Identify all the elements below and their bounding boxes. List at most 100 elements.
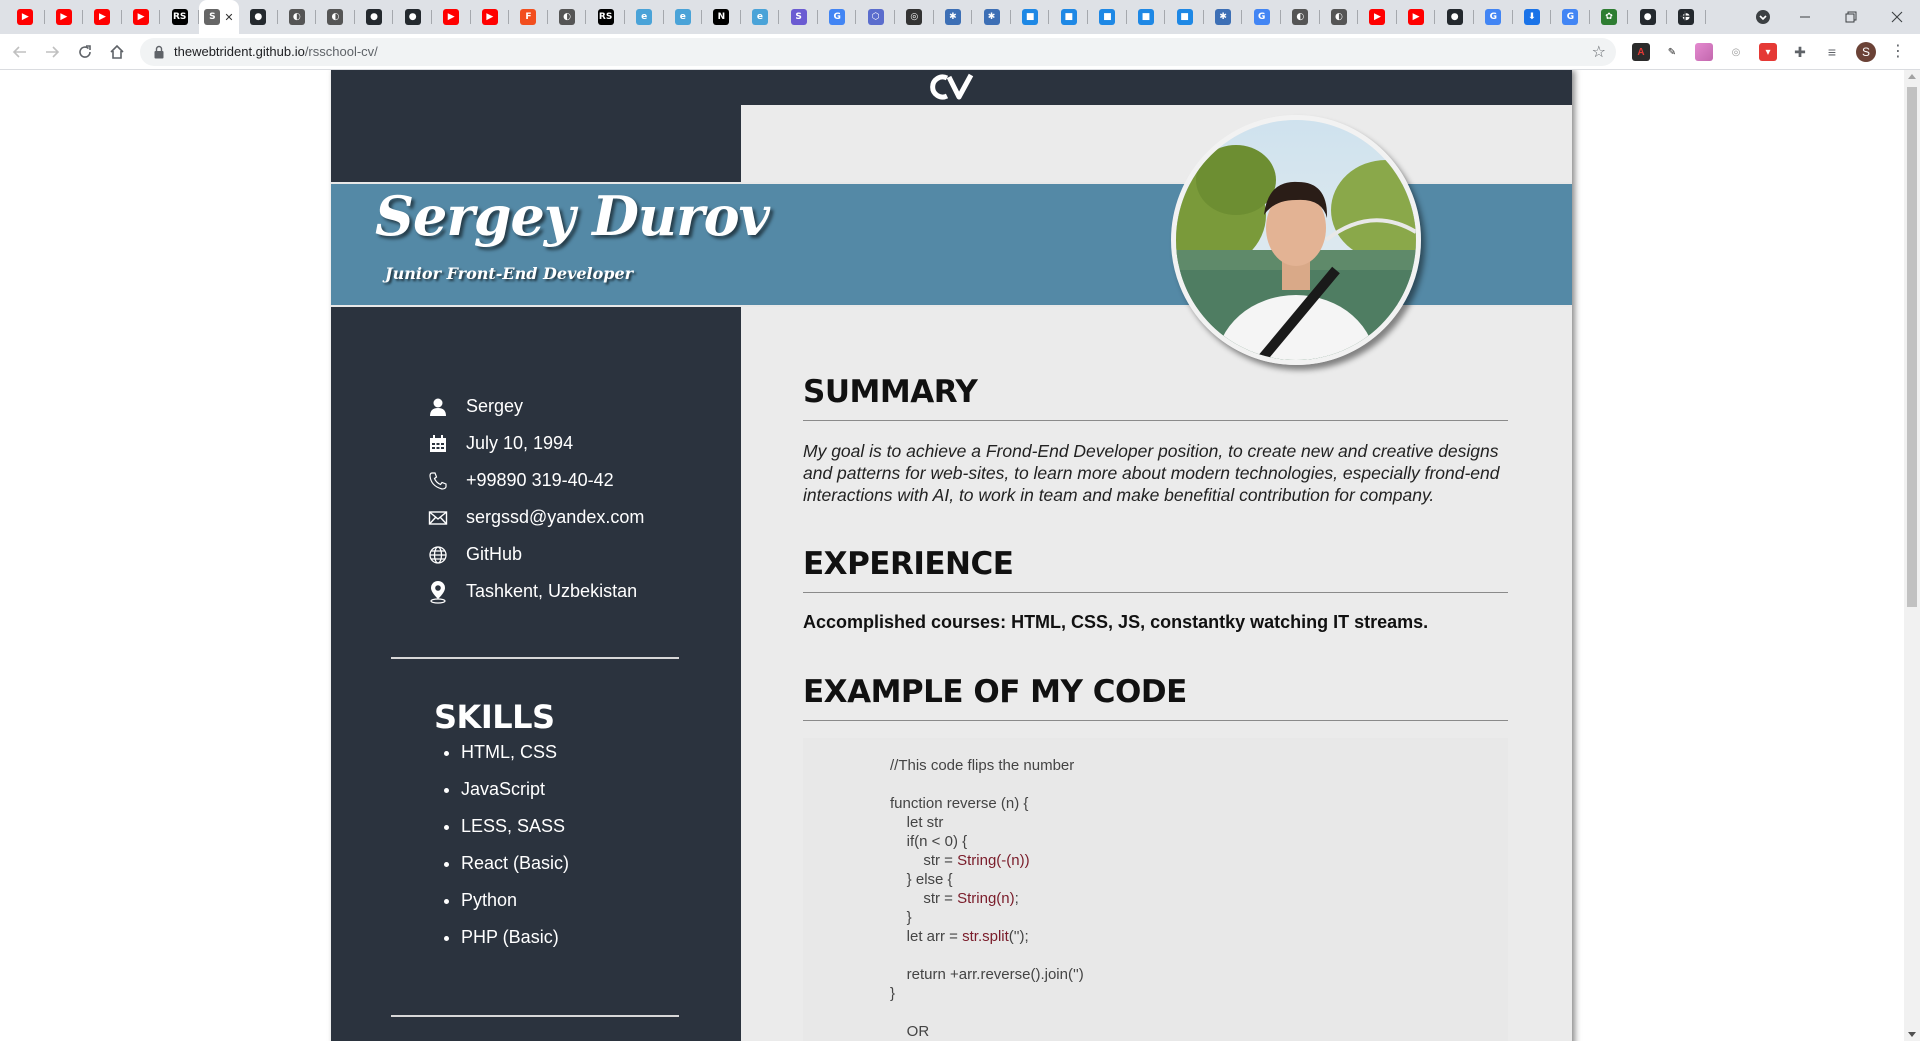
browser-tab[interactable]: G xyxy=(818,0,857,34)
cv-logo xyxy=(927,72,975,107)
contact-item: +99890 319-40-42 xyxy=(426,462,644,499)
browser-tab[interactable]: ▶ xyxy=(1397,0,1436,34)
browser-tab[interactable]: ◐ xyxy=(1320,0,1359,34)
browser-tab[interactable]: ■ xyxy=(1049,0,1089,34)
bookmark-star-icon[interactable]: ☆ xyxy=(1592,42,1606,62)
contact-item[interactable]: GitHub xyxy=(426,536,644,573)
tab-search-button[interactable] xyxy=(1740,0,1786,34)
extension-gradient-icon[interactable] xyxy=(1695,43,1713,61)
reading-list-icon[interactable]: ≡ xyxy=(1823,43,1841,61)
cv-job-title: Junior Front-End Developer xyxy=(385,264,634,283)
profile-avatar[interactable]: S xyxy=(1856,42,1876,62)
browser-tab[interactable]: N xyxy=(702,0,741,34)
browser-tab[interactable]: ⬇ xyxy=(1513,0,1552,34)
browser-tab[interactable]: ▶ xyxy=(6,0,45,34)
browser-tab[interactable]: ✱ xyxy=(972,0,1011,34)
github-icon: ● xyxy=(1639,9,1656,25)
left-divider-bottom xyxy=(391,1015,679,1017)
browser-tab[interactable]: ▶ xyxy=(83,0,122,34)
multicolor-icon: ■ xyxy=(1022,9,1039,25)
scrollbar-thumb[interactable] xyxy=(1907,87,1917,607)
close-tab-icon[interactable]: ✕ xyxy=(224,11,233,24)
browser-tab[interactable]: e xyxy=(625,0,664,34)
browser-tab[interactable]: RS xyxy=(160,0,199,34)
page-viewport: Sergey Durov Junior Front-End Developer xyxy=(0,70,1904,1041)
browser-tab[interactable]: ● xyxy=(355,0,394,34)
close-window-button[interactable] xyxy=(1874,0,1920,34)
figma-icon: F xyxy=(520,9,537,25)
extension-circle-icon[interactable]: ◎ xyxy=(1727,43,1745,61)
browser-tab[interactable]: ◐ xyxy=(278,0,317,34)
browser-tab[interactable]: ✿ xyxy=(1590,0,1629,34)
tab-separator xyxy=(1704,10,1706,24)
browser-tab[interactable]: ◎ xyxy=(895,0,934,34)
back-button[interactable] xyxy=(6,34,34,70)
scroll-down-arrow-icon[interactable] xyxy=(1908,1032,1916,1037)
react-icon: ✱ xyxy=(1215,9,1232,25)
browser-tab[interactable]: ▶ xyxy=(471,0,510,34)
extensions-puzzle-icon[interactable]: ✚ xyxy=(1791,43,1809,61)
edge-icon: e xyxy=(636,9,653,25)
browser-tab[interactable]: ■ xyxy=(1165,0,1204,34)
code-line: //This code flips the number xyxy=(890,757,1075,774)
extension-feather-icon[interactable]: ✎ xyxy=(1663,43,1681,61)
code-line: return +arr.reverse().join('') xyxy=(890,966,1084,983)
minimize-button[interactable] xyxy=(1782,0,1828,34)
browser-tab[interactable]: G xyxy=(1474,0,1513,34)
browser-tab[interactable]: ■ xyxy=(1088,0,1127,34)
profile-photo-image xyxy=(1176,120,1416,360)
reload-button[interactable] xyxy=(71,34,99,70)
generic-site-icon: ◐ xyxy=(288,9,305,25)
calendar-icon xyxy=(426,432,450,456)
browser-tab[interactable]: e xyxy=(741,0,780,34)
tab-strip: ▶ ▶ ▶ ▶ RS S ✕ ● ◐ ◐ ● ● ▶ ▶ F ◐ RS e e Ne S G ⬡ ◎ ✱ ✱ ■ ■ ■ ■ ■ ✱ G ◐ ◐ ▶ ▶… xyxy=(6,0,1706,34)
browser-tab[interactable]: S xyxy=(779,0,818,34)
new-tab-button[interactable]: + xyxy=(1670,0,1700,34)
browser-tab[interactable]: ✱ xyxy=(1204,0,1243,34)
browser-tab[interactable]: G xyxy=(1551,0,1590,34)
browser-tab[interactable]: ■ xyxy=(1127,0,1166,34)
browser-tab[interactable]: ● xyxy=(393,0,432,34)
browser-tab[interactable]: ● xyxy=(1628,0,1667,34)
browser-tab[interactable]: ◐ xyxy=(548,0,587,34)
browser-tab[interactable]: e xyxy=(664,0,703,34)
generic-site-icon: ◐ xyxy=(327,9,344,25)
browser-tab-bar: ▶ ▶ ▶ ▶ RS S ✕ ● ◐ ◐ ● ● ▶ ▶ F ◐ RS e e Ne S G ⬡ ◎ ✱ ✱ ■ ■ ■ ■ ■ ✱ G ◐ ◐ ▶ ▶… xyxy=(0,0,1920,34)
browser-menu-icon[interactable]: ⋮ xyxy=(1890,41,1906,61)
browser-tab[interactable]: ✱ xyxy=(934,0,973,34)
skill-item: JavaScript xyxy=(461,778,569,815)
browser-tab[interactable]: ● xyxy=(239,0,278,34)
browser-tab[interactable]: ▶ xyxy=(432,0,471,34)
browser-tab[interactable]: ▶ xyxy=(122,0,161,34)
restore-button[interactable] xyxy=(1828,0,1874,34)
youtube-icon: ▶ xyxy=(17,9,34,25)
lock-icon xyxy=(154,45,164,59)
extension-pdf-icon[interactable]: A xyxy=(1632,43,1650,61)
browser-tab[interactable]: ▶ xyxy=(1358,0,1397,34)
browser-tab[interactable]: ▶ xyxy=(45,0,84,34)
address-bar[interactable]: thewebtrident.github.io/rsschool-cv/ ☆ xyxy=(140,38,1616,66)
multicolor-icon: ■ xyxy=(1099,9,1116,25)
extension-save-icon[interactable]: ▾ xyxy=(1759,43,1777,61)
browser-tab[interactable]: S ✕ xyxy=(198,0,239,34)
cv-top-right-area xyxy=(741,105,1572,182)
contact-item[interactable]: sergssd@yandex.com xyxy=(426,499,644,536)
browser-tab[interactable]: ● xyxy=(1435,0,1474,34)
forward-button[interactable] xyxy=(38,34,66,70)
browser-tab[interactable]: ⬡ xyxy=(856,0,896,34)
page-scrollbar[interactable] xyxy=(1904,70,1920,1041)
browser-tab[interactable]: ■ xyxy=(1011,0,1050,34)
summary-heading: SUMMARY xyxy=(803,374,978,410)
mail-icon xyxy=(426,506,450,530)
browser-tab[interactable]: ◐ xyxy=(1281,0,1320,34)
home-button[interactable] xyxy=(103,34,131,70)
experience-text: Accomplished courses: HTML, CSS, JS, con… xyxy=(803,612,1429,632)
browser-tab[interactable]: G xyxy=(1242,0,1281,34)
browser-tab[interactable]: RS xyxy=(586,0,625,34)
browser-tab[interactable]: ◐ xyxy=(316,0,355,34)
close-icon xyxy=(1891,11,1903,23)
browser-tab[interactable]: F xyxy=(509,0,548,34)
code-line: str = String(n); xyxy=(890,890,1019,907)
scroll-up-arrow-icon[interactable] xyxy=(1908,74,1916,79)
generic-site-icon: ◐ xyxy=(559,9,576,25)
